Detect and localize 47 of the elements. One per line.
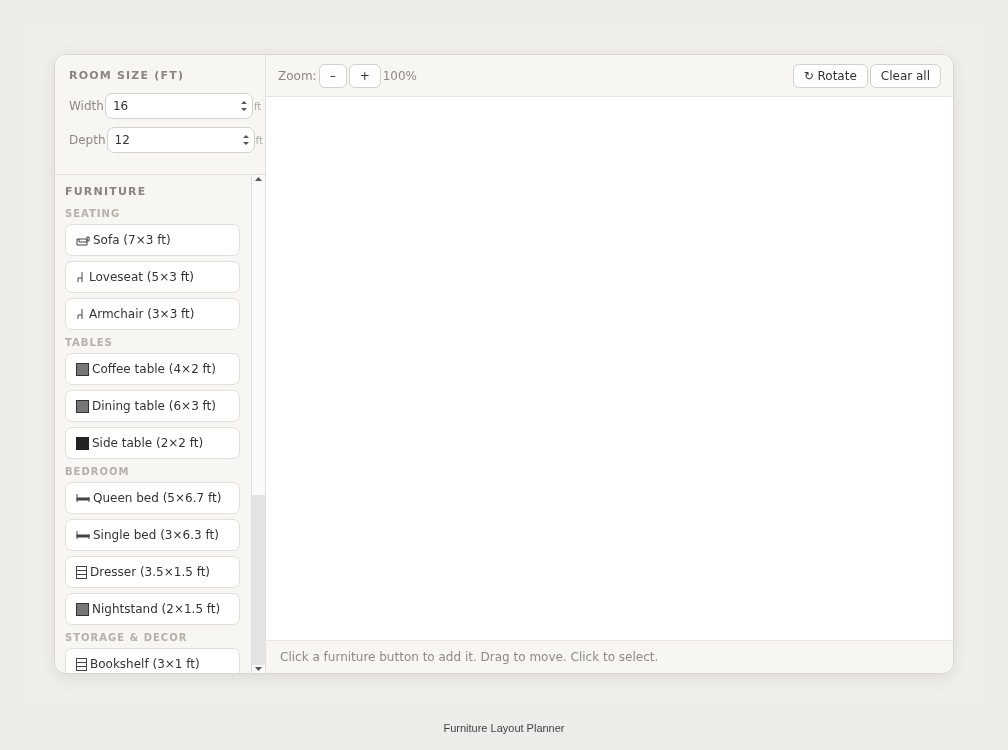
square-icon — [76, 399, 89, 413]
spinner-arrows-icon[interactable] — [241, 133, 250, 147]
furniture-button[interactable]: Bookshelf (3×1 ft) — [65, 648, 240, 673]
furniture-button[interactable]: Side table (2×2 ft) — [65, 427, 240, 459]
bed-icon — [76, 530, 90, 540]
furniture-button[interactable]: Dining table (6×3 ft) — [65, 390, 240, 422]
zoom-value: 100% — [382, 68, 417, 83]
square-icon — [76, 436, 89, 450]
number-field[interactable]: 16 — [104, 93, 253, 119]
field-label: Depth — [69, 133, 106, 147]
chair-icon — [76, 308, 86, 320]
square-icon — [76, 602, 89, 616]
unit-label: ft — [253, 100, 262, 112]
zoom-in-button[interactable]: + — [348, 63, 381, 88]
group-heading: STORAGE & DECOR — [65, 632, 189, 643]
field-label: Width — [69, 99, 104, 113]
group-heading: BEDROOM — [65, 466, 131, 477]
dresser-icon — [76, 565, 87, 579]
furniture-button[interactable]: Armchair (3×3 ft) — [65, 298, 240, 330]
furniture-button[interactable]: Single bed (3×6.3 ft) — [65, 519, 240, 551]
zoom-label: Zoom: — [278, 68, 317, 83]
zoom-out-button[interactable]: – — [318, 63, 347, 88]
section-heading: ROOM SIZE (FT) — [69, 69, 186, 82]
spinner-arrows-icon[interactable] — [239, 99, 248, 113]
dresser-icon — [76, 657, 87, 671]
sofa-icon — [76, 234, 90, 246]
number-field[interactable]: 12 — [106, 127, 255, 153]
scroll-down-arrow-icon[interactable] — [254, 665, 263, 673]
clear-all-button[interactable]: Clear all — [869, 63, 941, 88]
furniture-button[interactable]: Coffee table (4×2 ft) — [65, 353, 240, 385]
group-heading: TABLES — [65, 337, 114, 348]
furniture-button[interactable]: Queen bed (5×6.7 ft) — [65, 482, 240, 514]
scroll-up-arrow-icon[interactable] — [254, 175, 263, 183]
rotate-button[interactable]: ↻ Rotate — [792, 63, 868, 88]
app-caption: Furniture Layout Planner — [443, 722, 565, 734]
furniture-button[interactable]: Loveseat (5×3 ft) — [65, 261, 240, 293]
bed-icon — [76, 493, 90, 503]
square-icon — [76, 362, 89, 376]
scrollbar[interactable] — [251, 175, 265, 673]
furniture-button[interactable]: Sofa (7×3 ft) — [65, 224, 240, 256]
chair-icon — [76, 271, 86, 283]
furniture-button[interactable]: Nightstand (2×1.5 ft) — [65, 593, 240, 625]
furniture-button[interactable]: Dresser (3.5×1.5 ft) — [65, 556, 240, 588]
section-heading: FURNITURE — [65, 185, 148, 198]
group-heading: SEATING — [65, 208, 122, 219]
unit-label: ft — [255, 134, 263, 146]
status-bar: Click a furniture button to add it. Drag to move. Click to select. — [266, 640, 953, 673]
